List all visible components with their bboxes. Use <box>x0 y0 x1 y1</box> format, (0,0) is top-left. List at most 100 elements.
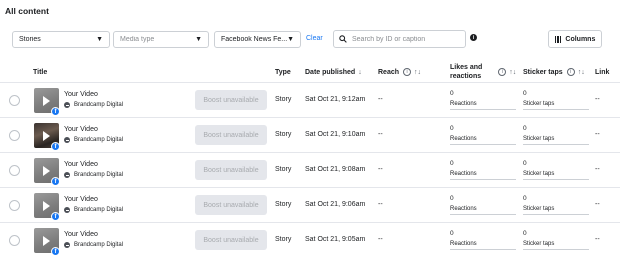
reactions-label: Reactions <box>450 206 516 215</box>
play-icon <box>43 201 50 211</box>
sticker-taps-value: 0 <box>523 230 527 237</box>
link-value: -- <box>595 131 600 138</box>
post-title[interactable]: Your Video <box>64 231 98 238</box>
boost-button[interactable]: Boost unavailable <box>195 160 267 180</box>
content-type-dropdown[interactable]: Stories ▼ <box>12 31 110 48</box>
post-type: Story <box>275 166 292 173</box>
reach-value: -- <box>378 166 383 173</box>
sticker-taps-value: 0 <box>523 160 527 167</box>
sort-descending-icon[interactable]: ↓ <box>358 69 362 76</box>
reactions-label: Reactions <box>450 241 516 250</box>
boost-button[interactable]: Boost unavailable <box>195 90 267 110</box>
info-icon[interactable]: i <box>403 68 412 76</box>
page-name: Brandcamp Digital <box>64 242 123 248</box>
row-select-radio[interactable] <box>9 235 20 246</box>
platform-value: Facebook News Fe... <box>221 36 288 43</box>
sticker-taps-label: Sticker taps <box>523 241 589 250</box>
search-input[interactable] <box>352 35 460 43</box>
play-icon <box>43 236 50 246</box>
play-icon <box>43 131 50 141</box>
facebook-icon: f <box>51 212 60 221</box>
media-type-placeholder: Media type <box>120 36 155 43</box>
boost-button[interactable]: Boost unavailable <box>195 230 267 250</box>
boost-button[interactable]: Boost unavailable <box>195 125 267 145</box>
facebook-icon: f <box>51 247 60 256</box>
reactions-value: 0 <box>450 160 454 167</box>
sort-icon[interactable]: ↑↓ <box>414 69 421 76</box>
post-title[interactable]: Your Video <box>64 126 98 133</box>
search-box[interactable] <box>333 30 466 48</box>
reactions-value: 0 <box>450 125 454 132</box>
page-name: Brandcamp Digital <box>64 137 123 143</box>
sticker-taps-value: 0 <box>523 195 527 202</box>
reach-value: -- <box>378 131 383 138</box>
sticker-taps-label: Sticker taps <box>523 101 589 110</box>
post-title[interactable]: Your Video <box>64 161 98 168</box>
sticker-taps-value: 0 <box>523 125 527 132</box>
post-title[interactable]: Your Video <box>64 196 98 203</box>
table-row[interactable]: f Your Video Brandcamp Digital Boost una… <box>0 222 620 257</box>
post-title[interactable]: Your Video <box>64 91 98 98</box>
page-name: Brandcamp Digital <box>64 172 123 178</box>
link-value: -- <box>595 201 600 208</box>
facebook-icon: f <box>51 107 60 116</box>
chevron-down-icon: ▼ <box>195 36 202 43</box>
date-published: Sat Oct 21, 9:05am <box>305 236 366 243</box>
facebook-icon: f <box>51 142 60 151</box>
reactions-value: 0 <box>450 230 454 237</box>
link-value: -- <box>595 236 600 243</box>
info-icon[interactable]: i <box>498 68 507 76</box>
table-row[interactable]: f Your Video Brandcamp Digital Boost una… <box>0 117 620 152</box>
post-type: Story <box>275 131 292 138</box>
content-type-value: Stories <box>19 36 41 43</box>
table-row[interactable]: f Your Video Brandcamp Digital Boost una… <box>0 82 620 117</box>
date-published: Sat Oct 21, 9:12am <box>305 96 366 103</box>
row-select-radio[interactable] <box>9 130 20 141</box>
reach-value: -- <box>378 236 383 243</box>
post-type: Story <box>275 201 292 208</box>
reactions-label: Reactions <box>450 136 516 145</box>
post-type: Story <box>275 236 292 243</box>
info-icon[interactable]: i <box>470 34 477 41</box>
page-name: Brandcamp Digital <box>64 207 123 213</box>
page-avatar-icon <box>64 242 70 248</box>
sort-icon[interactable]: ↑↓ <box>578 69 585 76</box>
row-select-radio[interactable] <box>9 165 20 176</box>
page-avatar-icon <box>64 137 70 143</box>
date-published: Sat Oct 21, 9:06am <box>305 201 366 208</box>
reach-value: -- <box>378 201 383 208</box>
reactions-value: 0 <box>450 195 454 202</box>
reactions-value: 0 <box>450 90 454 97</box>
platform-dropdown[interactable]: Facebook News Fe... ▼ <box>214 31 301 48</box>
facebook-icon: f <box>51 177 60 186</box>
reach-value: -- <box>378 96 383 103</box>
date-published: Sat Oct 21, 9:10am <box>305 131 366 138</box>
clear-filters-link[interactable]: Clear <box>306 35 323 42</box>
table-row[interactable]: f Your Video Brandcamp Digital Boost una… <box>0 152 620 187</box>
sort-icon[interactable]: ↑↓ <box>509 69 516 76</box>
row-select-radio[interactable] <box>9 200 20 211</box>
search-icon <box>339 35 347 43</box>
info-icon[interactable]: i <box>566 68 575 76</box>
filter-bar: Stories ▼ Media type ▼ Facebook News Fe.… <box>0 0 620 60</box>
columns-button[interactable]: Columns <box>548 30 602 48</box>
sticker-taps-value: 0 <box>523 90 527 97</box>
columns-button-label: Columns <box>565 35 596 43</box>
page-avatar-icon <box>64 207 70 213</box>
page-name: Brandcamp Digital <box>64 102 123 108</box>
sticker-taps-label: Sticker taps <box>523 171 589 180</box>
play-icon <box>43 166 50 176</box>
reactions-label: Reactions <box>450 101 516 110</box>
date-published: Sat Oct 21, 9:08am <box>305 166 366 173</box>
boost-button[interactable]: Boost unavailable <box>195 195 267 215</box>
row-select-radio[interactable] <box>9 95 20 106</box>
columns-icon <box>554 35 562 43</box>
media-type-dropdown[interactable]: Media type ▼ <box>113 31 209 48</box>
page-avatar-icon <box>64 102 70 108</box>
table-row[interactable]: f Your Video Brandcamp Digital Boost una… <box>0 187 620 222</box>
sticker-taps-label: Sticker taps <box>523 136 589 145</box>
link-value: -- <box>595 166 600 173</box>
sticker-taps-label: Sticker taps <box>523 206 589 215</box>
play-icon <box>43 96 50 106</box>
post-type: Story <box>275 96 292 103</box>
